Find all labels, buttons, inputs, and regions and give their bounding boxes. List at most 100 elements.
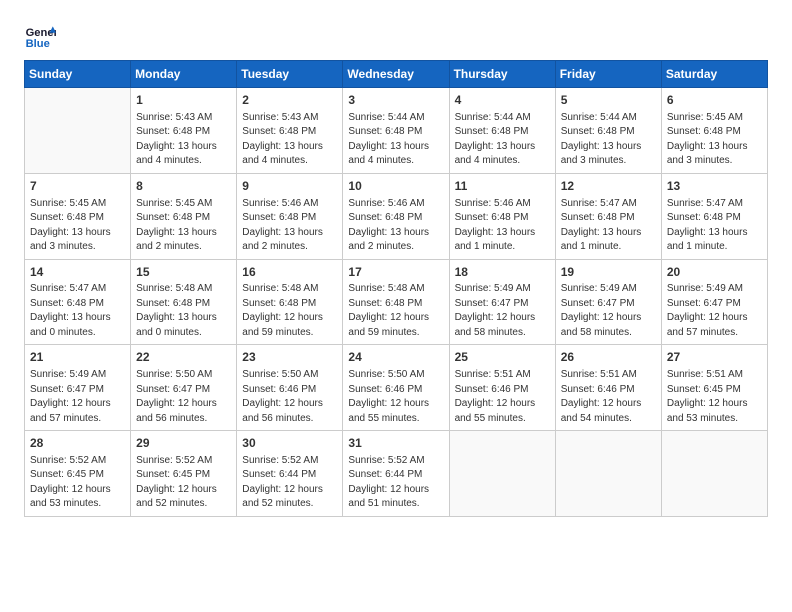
- day-info: Sunrise: 5:47 AMSunset: 6:48 PMDaylight:…: [561, 197, 656, 255]
- day-info: Sunrise: 5:52 AMSunset: 6:45 PMDaylight:…: [30, 454, 125, 512]
- day-number: 12: [561, 178, 656, 195]
- calendar-cell: 7Sunrise: 5:45 AMSunset: 6:48 PMDaylight…: [25, 173, 131, 259]
- day-info: Sunrise: 5:50 AMSunset: 6:46 PMDaylight:…: [242, 368, 337, 426]
- day-info: Sunrise: 5:47 AMSunset: 6:48 PMDaylight:…: [30, 282, 125, 340]
- day-info: Sunrise: 5:48 AMSunset: 6:48 PMDaylight:…: [348, 282, 443, 340]
- calendar-cell: 17Sunrise: 5:48 AMSunset: 6:48 PMDayligh…: [343, 259, 449, 345]
- day-number: 17: [348, 264, 443, 281]
- calendar-cell: 27 Sunrise: 5:51 AMSunset: 6:45 PMDayligh…: [661, 345, 767, 431]
- calendar-cell: 30 Sunrise: 5:52 AMSunset: 6:44 PMDayligh…: [237, 431, 343, 517]
- day-info: Sunrise: 5:44 AMSunset: 6:48 PMDaylight:…: [561, 111, 656, 169]
- calendar-cell: 13 Sunrise: 5:47 AMSunset: 6:48 PMDayligh…: [661, 173, 767, 259]
- day-info: Sunrise: 5:52 AMSunset: 6:44 PMDaylight:…: [348, 454, 443, 512]
- weekday-header: Saturday: [661, 61, 767, 88]
- logo: General Blue: [24, 20, 60, 52]
- weekday-header: Thursday: [449, 61, 555, 88]
- calendar-cell: 15Sunrise: 5:48 AMSunset: 6:48 PMDayligh…: [131, 259, 237, 345]
- day-number: 28: [30, 435, 125, 452]
- day-info: Sunrise: 5:52 AMSunset: 6:44 PMDaylight:…: [242, 454, 337, 512]
- calendar-cell: [449, 431, 555, 517]
- calendar-table: SundayMondayTuesdayWednesdayThursdayFrid…: [24, 60, 768, 517]
- day-info: Sunrise: 5:45 AMSunset: 6:48 PMDaylight:…: [667, 111, 762, 169]
- day-number: 3: [348, 92, 443, 109]
- day-number: 6: [667, 92, 762, 109]
- day-number: 18: [455, 264, 550, 281]
- calendar-week-row: 14Sunrise: 5:47 AMSunset: 6:48 PMDayligh…: [25, 259, 768, 345]
- day-info: Sunrise: 5:46 AMSunset: 6:48 PMDaylight:…: [348, 197, 443, 255]
- day-number: 13: [667, 178, 762, 195]
- day-number: 14: [30, 264, 125, 281]
- weekday-header: Monday: [131, 61, 237, 88]
- weekday-header: Sunday: [25, 61, 131, 88]
- calendar-cell: 10Sunrise: 5:46 AMSunset: 6:48 PMDayligh…: [343, 173, 449, 259]
- day-number: 22: [136, 349, 231, 366]
- calendar-cell: 14Sunrise: 5:47 AMSunset: 6:48 PMDayligh…: [25, 259, 131, 345]
- calendar-cell: [661, 431, 767, 517]
- day-info: Sunrise: 5:44 AMSunset: 6:48 PMDaylight:…: [348, 111, 443, 169]
- day-number: 5: [561, 92, 656, 109]
- day-info: Sunrise: 5:45 AMSunset: 6:48 PMDaylight:…: [136, 197, 231, 255]
- calendar-cell: 4 Sunrise: 5:44 AMSunset: 6:48 PMDaylight…: [449, 88, 555, 174]
- weekday-header: Friday: [555, 61, 661, 88]
- calendar-cell: 19Sunrise: 5:49 AMSunset: 6:47 PMDayligh…: [555, 259, 661, 345]
- day-info: Sunrise: 5:52 AMSunset: 6:45 PMDaylight:…: [136, 454, 231, 512]
- day-number: 25: [455, 349, 550, 366]
- calendar-cell: 24 Sunrise: 5:50 AMSunset: 6:46 PMDayligh…: [343, 345, 449, 431]
- calendar-header-row: SundayMondayTuesdayWednesdayThursdayFrid…: [25, 61, 768, 88]
- day-number: 8: [136, 178, 231, 195]
- day-info: Sunrise: 5:49 AMSunset: 6:47 PMDaylight:…: [667, 282, 762, 340]
- day-info: Sunrise: 5:49 AMSunset: 6:47 PMDaylight:…: [455, 282, 550, 340]
- day-info: Sunrise: 5:43 AMSunset: 6:48 PMDaylight:…: [136, 111, 231, 169]
- calendar-cell: 9Sunrise: 5:46 AMSunset: 6:48 PMDaylight…: [237, 173, 343, 259]
- day-info: Sunrise: 5:48 AMSunset: 6:48 PMDaylight:…: [136, 282, 231, 340]
- day-number: 15: [136, 264, 231, 281]
- day-info: Sunrise: 5:50 AMSunset: 6:46 PMDaylight:…: [348, 368, 443, 426]
- calendar-week-row: 21Sunrise: 5:49 AMSunset: 6:47 PMDayligh…: [25, 345, 768, 431]
- day-number: 2: [242, 92, 337, 109]
- calendar-cell: 11Sunrise: 5:46 AMSunset: 6:48 PMDayligh…: [449, 173, 555, 259]
- svg-text:General: General: [26, 27, 56, 39]
- calendar-cell: 29Sunrise: 5:52 AMSunset: 6:45 PMDayligh…: [131, 431, 237, 517]
- day-number: 31: [348, 435, 443, 452]
- calendar-cell: 25 Sunrise: 5:51 AMSunset: 6:46 PMDayligh…: [449, 345, 555, 431]
- day-number: 27: [667, 349, 762, 366]
- calendar-week-row: 28 Sunrise: 5:52 AMSunset: 6:45 PMDayligh…: [25, 431, 768, 517]
- day-info: Sunrise: 5:51 AMSunset: 6:45 PMDaylight:…: [667, 368, 762, 426]
- calendar-cell: 22Sunrise: 5:50 AMSunset: 6:47 PMDayligh…: [131, 345, 237, 431]
- day-number: 26: [561, 349, 656, 366]
- calendar-cell: 8 Sunrise: 5:45 AMSunset: 6:48 PMDaylight…: [131, 173, 237, 259]
- weekday-header: Wednesday: [343, 61, 449, 88]
- calendar-week-row: 1 Sunrise: 5:43 AMSunset: 6:48 PMDaylight…: [25, 88, 768, 174]
- day-info: Sunrise: 5:46 AMSunset: 6:48 PMDaylight:…: [242, 197, 337, 255]
- weekday-header: Tuesday: [237, 61, 343, 88]
- calendar-cell: 18Sunrise: 5:49 AMSunset: 6:47 PMDayligh…: [449, 259, 555, 345]
- calendar-cell: 28 Sunrise: 5:52 AMSunset: 6:45 PMDayligh…: [25, 431, 131, 517]
- day-number: 16: [242, 264, 337, 281]
- day-number: 1: [136, 92, 231, 109]
- calendar-cell: [25, 88, 131, 174]
- logo-icon: General Blue: [24, 20, 56, 52]
- day-number: 24: [348, 349, 443, 366]
- calendar-cell: 12 Sunrise: 5:47 AMSunset: 6:48 PMDayligh…: [555, 173, 661, 259]
- day-info: Sunrise: 5:49 AMSunset: 6:47 PMDaylight:…: [561, 282, 656, 340]
- calendar-cell: 23 Sunrise: 5:50 AMSunset: 6:46 PMDayligh…: [237, 345, 343, 431]
- day-info: Sunrise: 5:45 AMSunset: 6:48 PMDaylight:…: [30, 197, 125, 255]
- svg-text:Blue: Blue: [26, 38, 50, 50]
- day-info: Sunrise: 5:44 AMSunset: 6:48 PMDaylight:…: [455, 111, 550, 169]
- calendar-week-row: 7Sunrise: 5:45 AMSunset: 6:48 PMDaylight…: [25, 173, 768, 259]
- calendar-cell: 20Sunrise: 5:49 AMSunset: 6:47 PMDayligh…: [661, 259, 767, 345]
- day-number: 4: [455, 92, 550, 109]
- calendar-cell: 21Sunrise: 5:49 AMSunset: 6:47 PMDayligh…: [25, 345, 131, 431]
- day-info: Sunrise: 5:51 AMSunset: 6:46 PMDaylight:…: [455, 368, 550, 426]
- day-number: 19: [561, 264, 656, 281]
- calendar-cell: 31 Sunrise: 5:52 AMSunset: 6:44 PMDayligh…: [343, 431, 449, 517]
- day-number: 23: [242, 349, 337, 366]
- day-info: Sunrise: 5:46 AMSunset: 6:48 PMDaylight:…: [455, 197, 550, 255]
- calendar-cell: 26 Sunrise: 5:51 AMSunset: 6:46 PMDayligh…: [555, 345, 661, 431]
- day-info: Sunrise: 5:48 AMSunset: 6:48 PMDaylight:…: [242, 282, 337, 340]
- calendar-cell: 1 Sunrise: 5:43 AMSunset: 6:48 PMDaylight…: [131, 88, 237, 174]
- day-number: 30: [242, 435, 337, 452]
- day-info: Sunrise: 5:47 AMSunset: 6:48 PMDaylight:…: [667, 197, 762, 255]
- day-info: Sunrise: 5:51 AMSunset: 6:46 PMDaylight:…: [561, 368, 656, 426]
- day-info: Sunrise: 5:49 AMSunset: 6:47 PMDaylight:…: [30, 368, 125, 426]
